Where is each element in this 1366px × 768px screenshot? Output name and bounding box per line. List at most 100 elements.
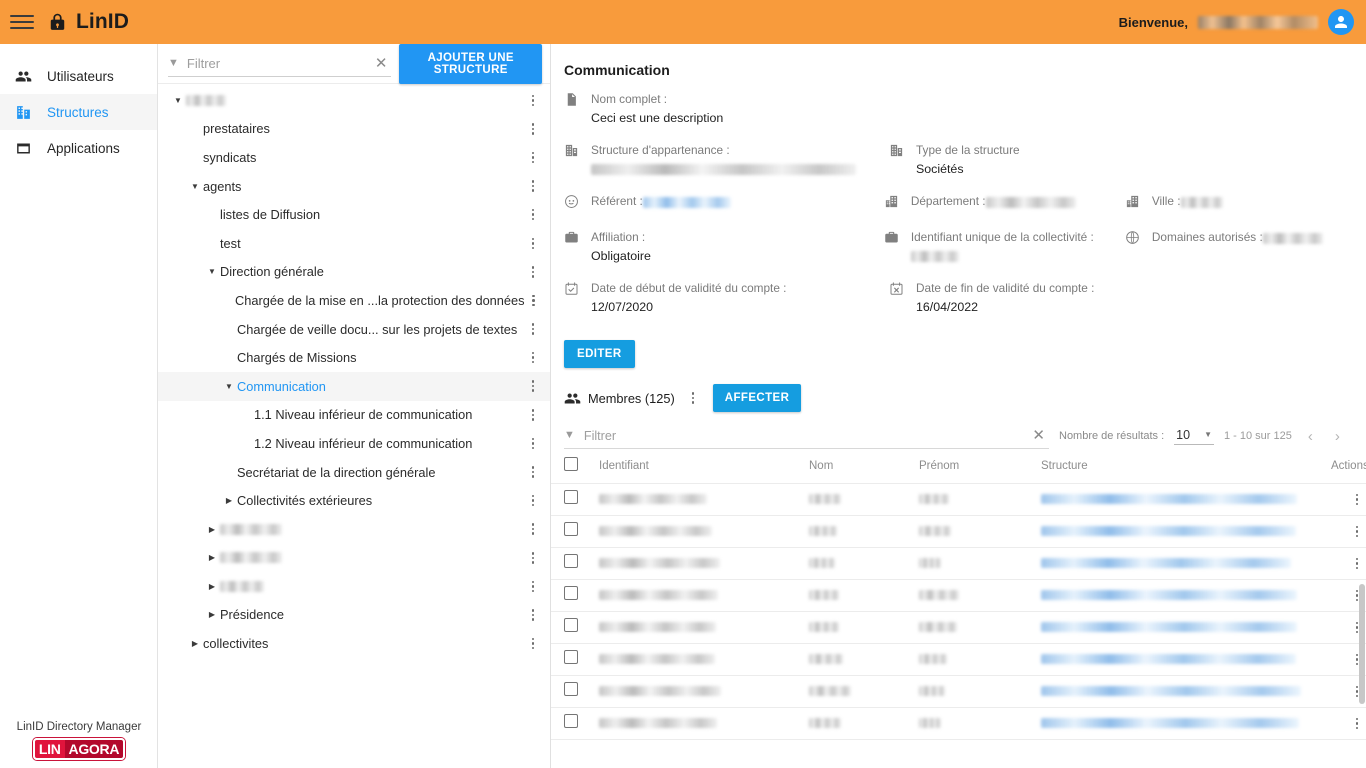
row-menu-icon[interactable]	[524, 180, 542, 192]
row-menu-icon[interactable]	[524, 637, 542, 650]
pagination-prev-icon[interactable]: ‹	[1302, 428, 1319, 445]
row-menu-icon[interactable]	[524, 580, 542, 593]
row-menu-icon[interactable]	[524, 523, 542, 535]
members-menu-icon[interactable]	[684, 392, 702, 404]
tree-node[interactable]: Chargée de la mise en ...la protection d…	[158, 286, 550, 315]
tree-node[interactable]: Chargés de Missions	[158, 343, 550, 372]
field-label: Référent :	[591, 194, 643, 208]
chevron-right-icon[interactable]: ▶	[204, 550, 220, 566]
row-menu-icon[interactable]	[524, 380, 542, 392]
table-row[interactable]	[551, 547, 1366, 580]
chevron-right-icon[interactable]: ▶	[204, 607, 220, 623]
tree-node[interactable]: ▼ Communication	[158, 371, 550, 401]
row-menu-icon[interactable]	[524, 323, 542, 335]
sidebar-item-structures[interactable]: Structures	[0, 94, 157, 130]
row-checkbox[interactable]	[564, 682, 578, 696]
chevron-right-icon[interactable]: ▶	[221, 493, 237, 509]
chevron-right-icon[interactable]: ▶	[204, 521, 220, 537]
sidebar-item-utilisateurs[interactable]: Utilisateurs	[0, 58, 157, 94]
row-menu-icon[interactable]	[524, 609, 542, 621]
row-menu-icon[interactable]	[524, 123, 542, 135]
tree-node[interactable]: Secrétariat de la direction générale	[158, 458, 550, 487]
row-menu-icon[interactable]	[1348, 717, 1366, 730]
table-row[interactable]	[551, 515, 1366, 548]
column-header-prenom[interactable]: Prénom	[919, 448, 1041, 484]
tree-node[interactable]: ▼ agents	[158, 172, 550, 201]
chevron-right-icon[interactable]: ▶	[204, 578, 220, 594]
tree-node[interactable]: prestataires	[158, 115, 550, 144]
column-header-structure[interactable]: Structure	[1041, 448, 1331, 484]
row-menu-icon[interactable]	[524, 237, 542, 250]
table-row[interactable]	[551, 483, 1366, 516]
table-row[interactable]	[551, 675, 1366, 708]
row-menu-icon[interactable]	[524, 266, 542, 278]
table-row[interactable]	[551, 611, 1366, 644]
row-checkbox[interactable]	[564, 618, 578, 632]
row-menu-icon[interactable]	[524, 409, 542, 421]
row-checkbox[interactable]	[564, 522, 578, 536]
add-structure-button[interactable]: AJOUTER UNE STRUCTURE	[399, 44, 542, 84]
row-menu-icon[interactable]	[524, 437, 542, 450]
row-checkbox[interactable]	[564, 490, 578, 504]
tree-node[interactable]: ▼ Direction générale	[158, 258, 550, 287]
dot	[531, 237, 535, 241]
tree-node[interactable]: ▶ Collectivités extérieures	[158, 486, 550, 515]
pagination-next-icon[interactable]: ›	[1329, 428, 1346, 445]
tree-node[interactable]: 1.1 Niveau inférieur de communication	[158, 401, 550, 430]
table-row[interactable]	[551, 643, 1366, 676]
row-menu-icon[interactable]	[524, 552, 542, 564]
edit-button[interactable]: EDITER	[564, 340, 635, 368]
tree-node[interactable]: ▼	[158, 86, 550, 115]
row-menu-icon[interactable]	[524, 466, 542, 478]
user-avatar-icon[interactable]	[1328, 9, 1354, 35]
row-menu-icon[interactable]	[524, 208, 542, 221]
assign-button[interactable]: AFFECTER	[712, 384, 802, 412]
tree-node[interactable]: ▶ collectivites	[158, 629, 550, 658]
chevron-down-icon[interactable]: ▼	[170, 92, 186, 108]
table-row[interactable]	[551, 707, 1366, 740]
tree-node[interactable]: Chargée de veille docu... sur les projet…	[158, 315, 550, 344]
row-menu-icon[interactable]	[524, 151, 542, 164]
column-header-identifiant[interactable]: Identifiant	[599, 448, 809, 484]
table-row[interactable]	[551, 579, 1366, 612]
tree-node[interactable]: ▶	[158, 572, 550, 601]
tree-filter-clear-icon[interactable]: ✕	[371, 56, 392, 71]
row-menu-icon[interactable]	[524, 351, 542, 364]
select-all-checkbox[interactable]	[564, 457, 578, 471]
chevron-down-icon[interactable]: ▼	[221, 378, 237, 394]
tree-node[interactable]: ▶ Présidence	[158, 601, 550, 630]
chevron-right-icon[interactable]: ▶	[187, 636, 203, 652]
members-filter-clear-icon[interactable]: ✕	[1028, 428, 1049, 443]
cell-value-redacted	[599, 558, 720, 569]
members-filter-field[interactable]: ▼ ✕	[564, 424, 1049, 449]
members-filter-input[interactable]	[583, 428, 1020, 443]
sidebar-item-applications[interactable]: Applications	[0, 130, 157, 166]
row-checkbox[interactable]	[564, 586, 578, 600]
tree-node[interactable]: syndicats	[158, 143, 550, 172]
chevron-down-icon[interactable]: ▼	[204, 264, 220, 280]
hamburger-menu-icon[interactable]	[10, 10, 34, 34]
row-menu-icon[interactable]	[524, 94, 542, 107]
row-menu-icon[interactable]	[525, 294, 542, 307]
field-value-redacted	[1180, 197, 1223, 209]
tree-node[interactable]: ▶	[158, 515, 550, 544]
tree-list[interactable]: ▼ prestataires syndicats ▼ agents listes de D…	[158, 84, 550, 768]
tree-node[interactable]: listes de Diffusion	[158, 200, 550, 229]
row-checkbox[interactable]	[564, 714, 578, 728]
column-header-nom[interactable]: Nom	[809, 448, 919, 484]
tree-node[interactable]: test	[158, 229, 550, 258]
row-checkbox[interactable]	[564, 650, 578, 664]
vertical-scrollbar-thumb[interactable]	[1359, 584, 1365, 704]
page-size-select[interactable]: 10 ▼	[1174, 428, 1214, 445]
tree-node[interactable]: ▶	[158, 544, 550, 573]
tree-filter-input[interactable]	[186, 55, 363, 71]
tree-filter-field[interactable]: ▼ ✕	[168, 51, 392, 77]
row-menu-icon[interactable]	[1348, 493, 1366, 506]
tree-node-label: Présidence	[220, 607, 285, 623]
row-menu-icon[interactable]	[1348, 557, 1366, 570]
row-checkbox[interactable]	[564, 554, 578, 568]
tree-node[interactable]: 1.2 Niveau inférieur de communication	[158, 429, 550, 458]
chevron-down-icon[interactable]: ▼	[187, 178, 203, 194]
row-menu-icon[interactable]	[524, 494, 542, 507]
row-menu-icon[interactable]	[1348, 525, 1366, 538]
